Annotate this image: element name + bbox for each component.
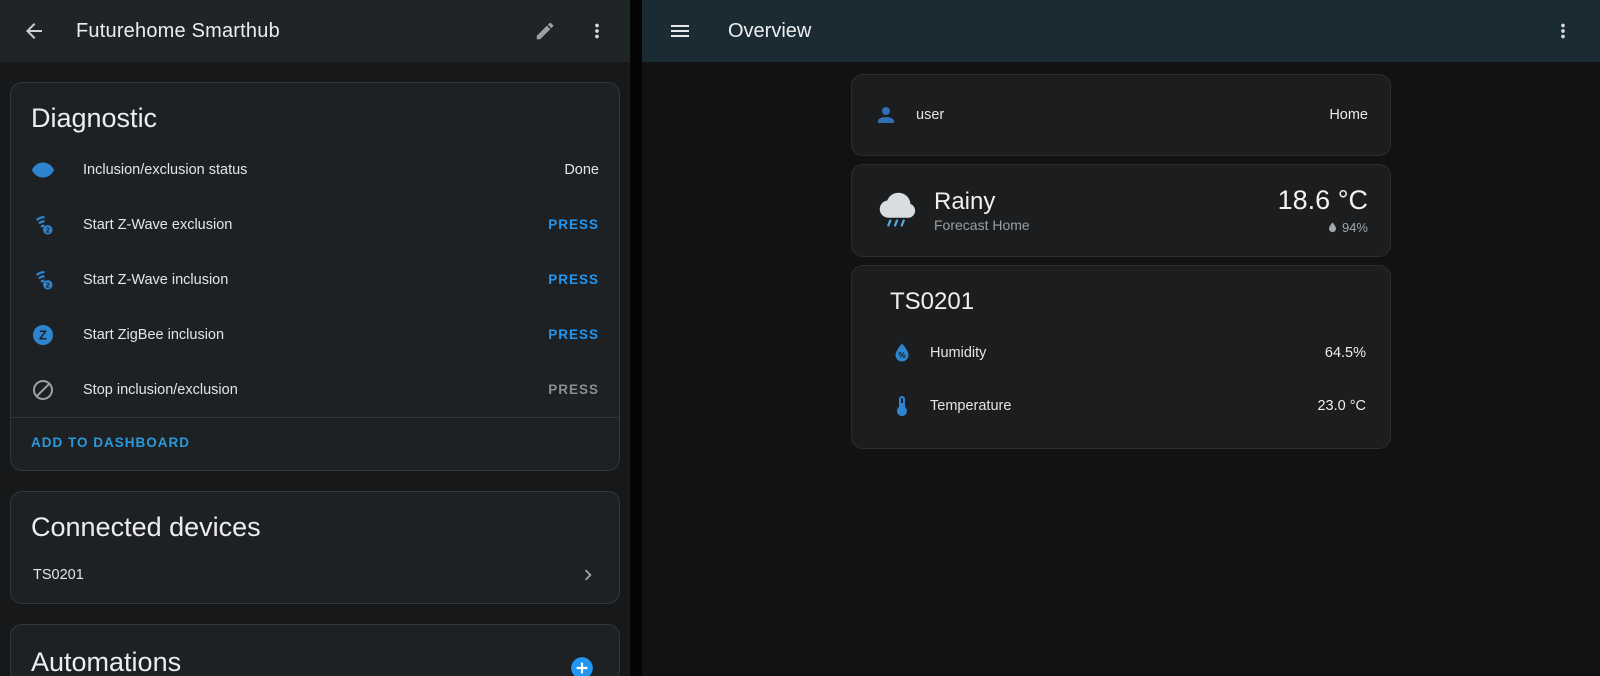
- sensor-row-temperature[interactable]: Temperature 23.0 °C: [872, 379, 1370, 432]
- svg-text:Z: Z: [39, 327, 47, 342]
- user-location: Home: [1329, 107, 1368, 123]
- sensor-value: 23.0 °C: [1317, 398, 1366, 414]
- block-icon: [31, 378, 55, 402]
- row-label: Start Z-Wave inclusion: [83, 272, 228, 288]
- device-row-ts0201[interactable]: TS0201: [11, 551, 619, 603]
- row-label: Stop inclusion/exclusion: [83, 382, 238, 398]
- eye-icon: [31, 158, 55, 182]
- press-button[interactable]: PRESS: [548, 217, 599, 232]
- row-zwave-inclusion[interactable]: 2 Start Z-Wave inclusion PRESS: [11, 252, 619, 307]
- svg-text:%: %: [898, 351, 905, 360]
- sensor-row-humidity[interactable]: % Humidity 64.5%: [872, 326, 1370, 379]
- row-label: Inclusion/exclusion status: [83, 162, 247, 178]
- sensor-label: Temperature: [930, 398, 1011, 414]
- water-drop-icon: [1326, 221, 1339, 234]
- edit-pencil-icon[interactable]: [534, 20, 556, 42]
- thermometer-icon: [890, 394, 914, 418]
- sensor-label: Humidity: [930, 345, 986, 361]
- automations-title: Automations: [31, 647, 181, 676]
- dashboard-title: Overview: [728, 20, 1552, 43]
- device-detail-panel: Futurehome Smarthub Diagnostic Inclusion…: [0, 0, 630, 676]
- row-value: Done: [564, 162, 599, 178]
- water-percent-icon: %: [890, 341, 914, 365]
- device-name: TS0201: [33, 567, 84, 583]
- person-icon: [874, 103, 898, 127]
- weather-humidity-row: 94%: [1278, 220, 1368, 235]
- card-footer: ADD TO DASHBOARD: [11, 418, 619, 470]
- automations-card: Automations: [10, 624, 620, 676]
- row-label: Start Z-Wave exclusion: [83, 217, 232, 233]
- row-zigbee-inclusion[interactable]: Z Start ZigBee inclusion PRESS: [11, 307, 619, 362]
- press-button[interactable]: PRESS: [548, 327, 599, 342]
- panel-divider: [630, 0, 642, 676]
- left-app-bar: Futurehome Smarthub: [0, 0, 630, 62]
- press-button[interactable]: PRESS: [548, 272, 599, 287]
- weather-condition: Rainy: [934, 188, 1030, 216]
- add-to-dashboard-button[interactable]: ADD TO DASHBOARD: [31, 435, 190, 450]
- svg-text:2: 2: [46, 280, 50, 289]
- press-button-disabled: PRESS: [548, 382, 599, 397]
- connected-devices-title: Connected devices: [11, 492, 619, 551]
- user-name: user: [916, 107, 944, 123]
- row-inclusion-status[interactable]: Inclusion/exclusion status Done: [11, 142, 619, 197]
- add-automation-button[interactable]: [569, 655, 595, 676]
- dashboard-panel: Overview user Home Rain: [642, 0, 1600, 676]
- dashboard-overflow-menu-icon[interactable]: [1552, 20, 1574, 42]
- weather-card[interactable]: Rainy Forecast Home 18.6 °C 94%: [851, 164, 1391, 257]
- row-label: Start ZigBee inclusion: [83, 327, 224, 343]
- row-stop-inclusion[interactable]: Stop inclusion/exclusion PRESS: [11, 362, 619, 417]
- hamburger-menu-icon[interactable]: [668, 19, 692, 43]
- page-title: Futurehome Smarthub: [76, 20, 534, 43]
- connected-devices-card: Connected devices TS0201: [10, 491, 620, 604]
- sensor-entities-card: TS0201 % Humidity 64.5% Temperature 23.0…: [851, 265, 1391, 449]
- diagnostic-card: Diagnostic Inclusion/exclusion status Do…: [10, 82, 620, 471]
- diagnostic-title: Diagnostic: [11, 83, 619, 142]
- zigbee-icon: Z: [31, 323, 55, 347]
- svg-text:2: 2: [46, 225, 50, 234]
- chevron-right-icon: [577, 564, 599, 586]
- row-zwave-exclusion[interactable]: 2 Start Z-Wave exclusion PRESS: [11, 197, 619, 252]
- dashboard-app-bar: Overview: [642, 0, 1600, 62]
- sensor-value: 64.5%: [1325, 345, 1366, 361]
- weather-temperature: 18.6 °C: [1278, 186, 1368, 216]
- overflow-menu-icon[interactable]: [586, 20, 608, 42]
- sensor-card-title: TS0201: [872, 284, 1370, 326]
- zwave-icon: 2: [31, 213, 55, 237]
- rainy-cloud-icon: [874, 188, 920, 234]
- zwave-icon: 2: [31, 268, 55, 292]
- dashboard-view: user Home Rainy Forecast Home 18.6 °C: [851, 74, 1391, 457]
- weather-humidity: 94%: [1342, 220, 1368, 235]
- user-entity-card[interactable]: user Home: [851, 74, 1391, 156]
- back-arrow-icon[interactable]: [22, 19, 46, 43]
- weather-source: Forecast Home: [934, 217, 1030, 233]
